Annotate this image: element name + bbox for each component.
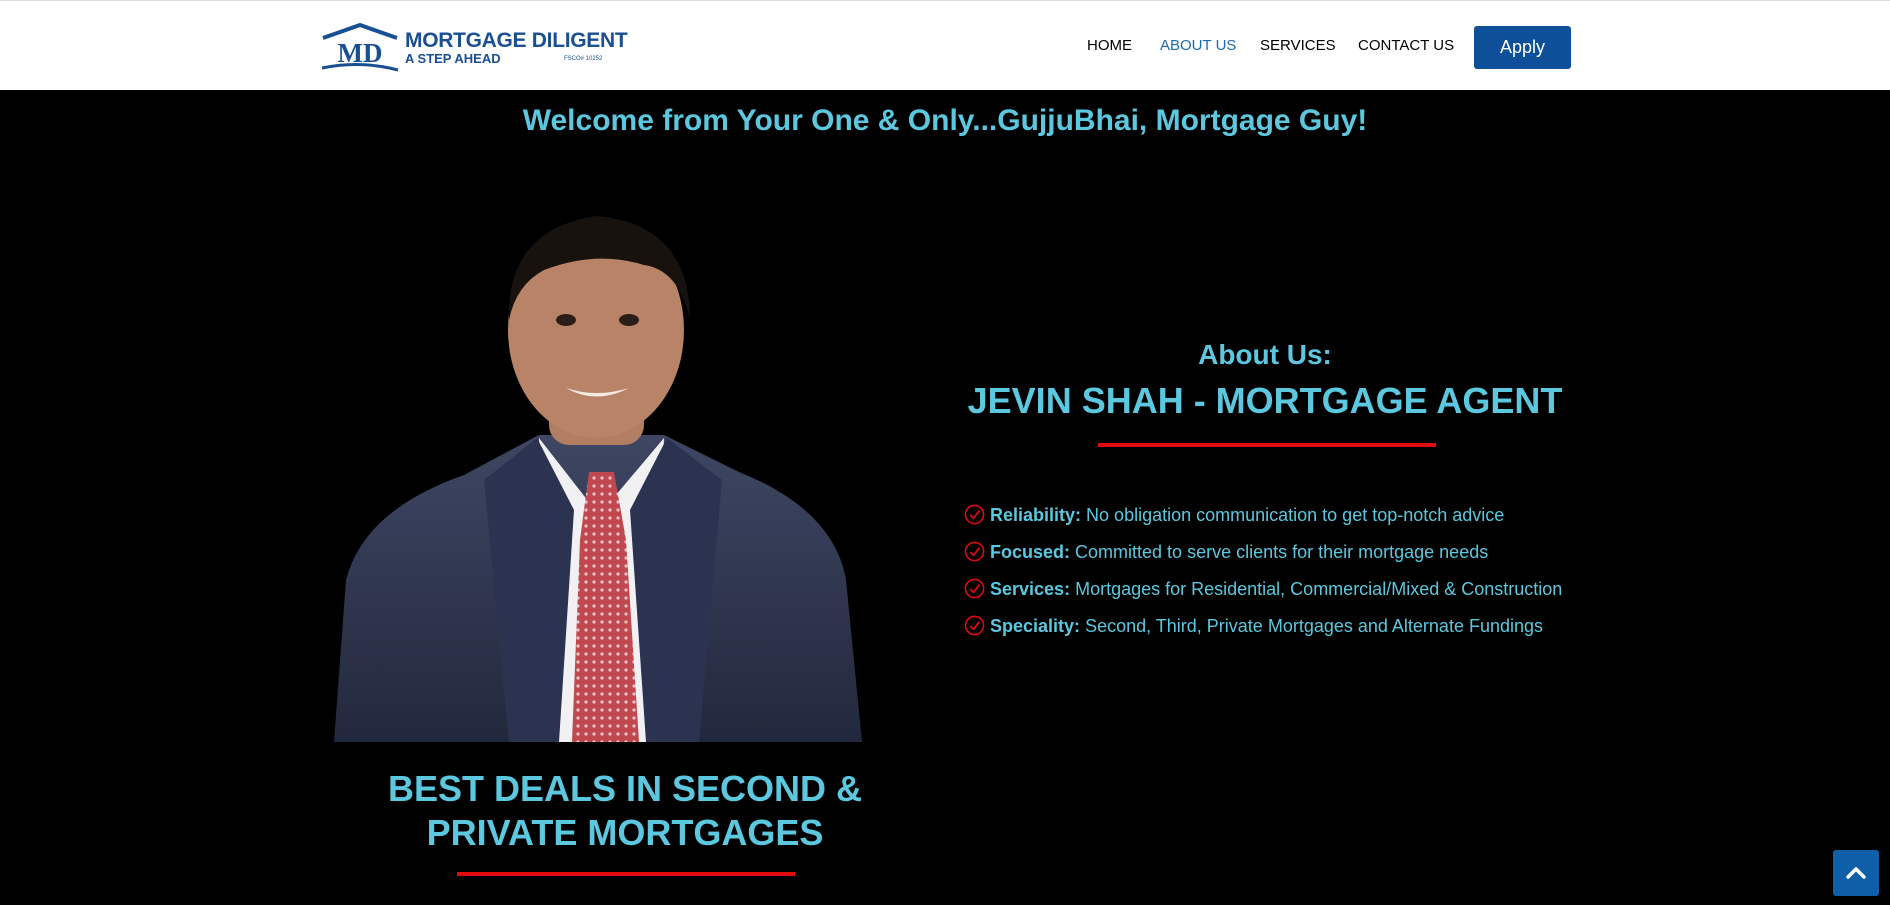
welcome-heading: Welcome from Your One & Only...GujjuBhai… xyxy=(522,104,1368,137)
feature-list: Reliability: No obligation communication… xyxy=(964,503,1584,651)
feature-item-reliability: Reliability: No obligation communication… xyxy=(964,503,1584,540)
site-header: MD MORTGAGE DILIGENT A STEP AHEAD FSCO# … xyxy=(0,0,1890,90)
nav-contact-us[interactable]: CONTACT US xyxy=(1358,37,1454,54)
feature-title: Focused: xyxy=(990,542,1071,562)
feature-item-services: Services: Mortgages for Residential, Com… xyxy=(964,577,1584,614)
feature-text: Committed to serve clients for their mor… xyxy=(1075,542,1489,562)
nav-home[interactable]: HOME xyxy=(1087,37,1132,54)
nav-services[interactable]: SERVICES xyxy=(1260,37,1336,54)
feature-title: Speciality: xyxy=(990,616,1081,636)
about-label: About Us: xyxy=(1198,339,1332,370)
apply-button[interactable]: Apply xyxy=(1474,26,1571,69)
logo-brand-name: MORTGAGE DILIGENT xyxy=(405,29,628,52)
feature-text: No obligation communication to get top-n… xyxy=(1086,505,1505,525)
logo-license: FSCO# 10252 xyxy=(564,56,603,62)
check-circle-icon xyxy=(964,615,985,636)
feature-item-speciality: Speciality: Second, Third, Private Mortg… xyxy=(964,614,1584,651)
deals-divider xyxy=(457,872,795,876)
feature-title: Services: xyxy=(990,579,1071,599)
feature-title: Reliability: xyxy=(990,505,1082,525)
brand-logo[interactable]: MD MORTGAGE DILIGENT A STEP AHEAD FSCO# … xyxy=(320,22,628,74)
logo-mark-icon: MD xyxy=(321,22,399,72)
check-circle-icon xyxy=(964,504,985,525)
check-circle-icon xyxy=(964,541,985,562)
deals-heading: BEST DEALS IN SECOND & PRIVATE MORTGAGES xyxy=(387,768,863,853)
agent-portrait xyxy=(334,210,862,742)
feature-text: Second, Third, Private Mortgages and Alt… xyxy=(1085,616,1543,636)
chevron-up-icon xyxy=(1846,867,1866,879)
feature-text: Mortgages for Residential, Commercial/Mi… xyxy=(1075,579,1563,599)
scroll-to-top-button[interactable] xyxy=(1833,850,1879,896)
logo-tagline: A STEP AHEAD xyxy=(405,51,501,66)
check-circle-icon xyxy=(964,578,985,599)
about-divider xyxy=(1098,443,1436,447)
nav-about-us[interactable]: ABOUT US xyxy=(1160,37,1236,54)
feature-item-focused: Focused: Committed to serve clients for … xyxy=(964,540,1584,577)
agent-name-heading: JEVIN SHAH - MORTGAGE AGENT xyxy=(967,380,1563,421)
